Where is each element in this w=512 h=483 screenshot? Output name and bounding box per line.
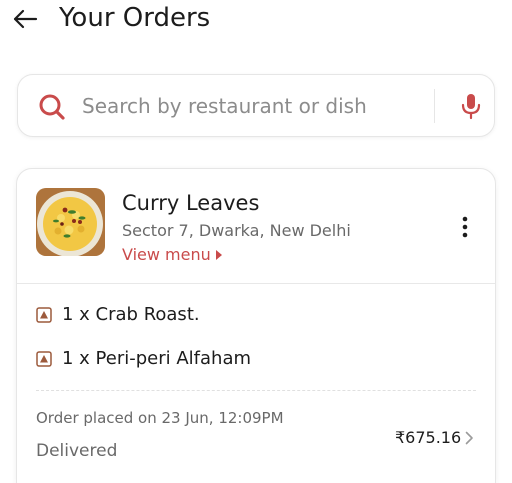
voice-search-button[interactable] [454,89,488,123]
order-total: ₹675.16 [395,428,462,447]
order-card[interactable]: Curry Leaves Sector 7, Dwarka, New Delhi… [16,168,496,483]
more-options-button[interactable] [453,209,477,245]
order-total-link[interactable]: ₹675.16 [395,427,474,449]
view-menu-link[interactable]: View menu [122,244,222,266]
chevron-right-icon [465,431,473,445]
non-veg-icon [36,307,52,323]
dashed-divider [36,390,476,391]
back-button[interactable] [10,5,40,33]
search-icon [39,94,65,120]
microphone-icon [461,94,481,120]
order-item: 1 x Crab Roast. [36,303,200,327]
caret-right-icon [215,250,222,260]
restaurant-food-image [36,188,105,256]
arrow-left-icon [13,9,38,29]
order-item-text: 1 x Crab Roast. [62,304,200,325]
search-bar [17,74,495,137]
order-placed-date: Order placed on 23 Jun, 12:09PM [36,409,284,427]
page-title: Your Orders [59,3,211,33]
more-vertical-icon [462,216,468,238]
card-divider [17,283,495,284]
restaurant-name: Curry Leaves [122,191,260,215]
restaurant-address: Sector 7, Dwarka, New Delhi [122,221,351,240]
header: Your Orders [0,0,512,40]
search-divider [434,89,435,123]
order-item: 1 x Peri-peri Alfaham [36,347,251,371]
search-input[interactable] [82,87,432,125]
order-status: Delivered [36,441,118,461]
non-veg-icon [36,351,52,367]
order-item-text: 1 x Peri-peri Alfaham [62,348,252,369]
view-menu-label: View menu [122,245,211,264]
